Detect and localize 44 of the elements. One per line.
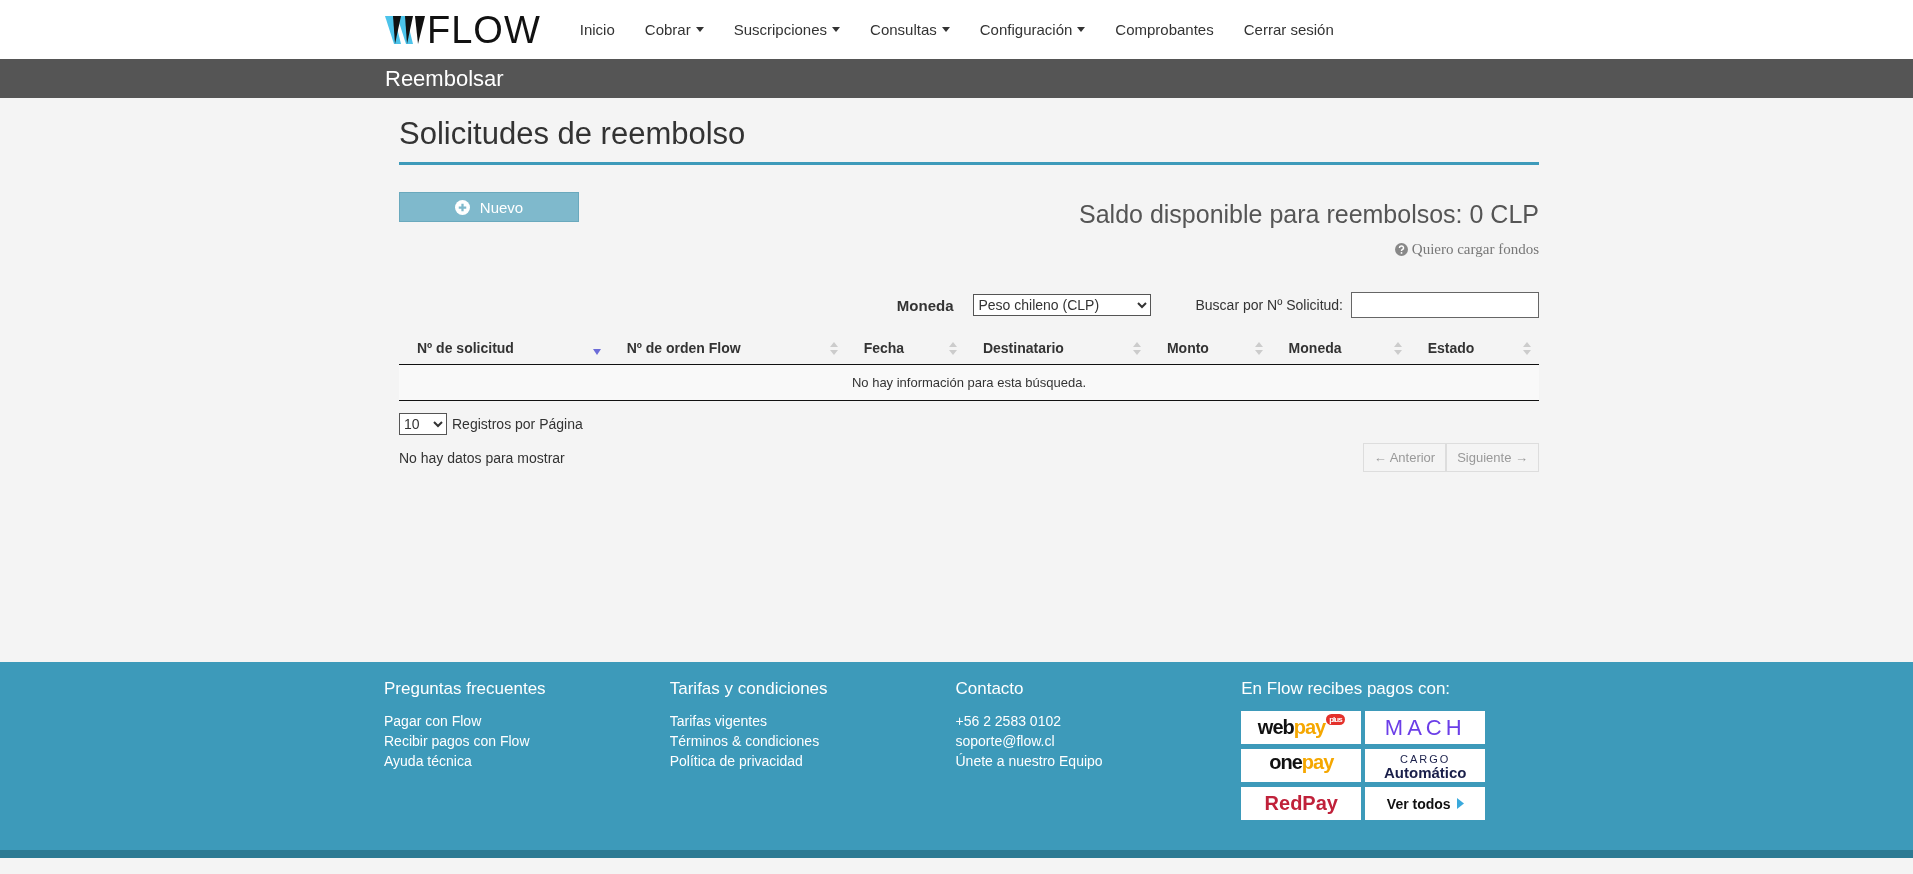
search-field[interactable] [1351,292,1539,318]
page-size-select[interactable]: 10 [399,413,447,435]
payment-logo: onepay [1241,749,1362,782]
caret-icon [695,27,704,32]
nav-link[interactable]: Cobrar [629,21,719,38]
column-header[interactable]: Estado [1409,330,1539,365]
payment-logo: MACH [1365,711,1486,744]
footer-heading: Contacto [955,679,1025,699]
load-funds-link[interactable]: Quiero cargar fondos [1394,241,1539,258]
caret-icon [832,27,841,32]
footer-heading: Preguntas frecuentes [384,679,547,699]
column-header[interactable]: Moneda [1270,330,1410,365]
help-icon [1394,243,1408,256]
info-text: No hay datos para mostrar [399,449,565,466]
search-label: Buscar por Nº Solicitud: [1195,297,1343,313]
nav-link[interactable]: Cerrar sesión [1228,21,1349,38]
footer-heading: En Flow recibes pagos con: [1241,679,1452,699]
column-header[interactable]: Monto [1148,330,1271,365]
column-header[interactable]: Destinatario [964,330,1149,365]
column-header[interactable]: Nº de solicitud [399,330,609,365]
logo-icon [385,15,425,44]
nav-link[interactable]: Comprobantes [1100,21,1229,38]
nav-link[interactable]: Inicio [564,21,630,38]
nav-link[interactable]: Suscripciones [718,21,856,38]
currency-label: Moneda [896,296,954,314]
nav-link[interactable]: Configuración [964,21,1101,38]
column-header[interactable]: Nº de orden Flow [608,330,846,365]
nav-link[interactable]: Consultas [855,21,965,38]
caret-icon [1077,27,1086,32]
page-title: Reembolsar [385,65,504,91]
footer-heading: Tarifas y condiciones [669,679,829,699]
currency-select[interactable]: Peso chileno (CLP) [973,294,1152,316]
see-all-link[interactable]: Ver todos [1365,787,1486,820]
plus-circle-icon [454,199,470,215]
page-size-label: Registros por Página [452,416,583,432]
column-header[interactable]: Fecha [845,330,965,365]
balance-text: Saldo disponible para reembolsos: 0 CLP [1079,200,1539,229]
empty-message: No hay información para esta búsqueda. [399,364,1539,401]
payment-logo: RedPay [1241,787,1362,820]
section-heading: Solicitudes de reembolso [399,116,1539,165]
caret-icon [941,27,950,32]
play-arrow-icon [1456,798,1464,809]
brand-name: FLOW [427,10,541,49]
payment-logo: CARGO Automático [1365,749,1486,782]
